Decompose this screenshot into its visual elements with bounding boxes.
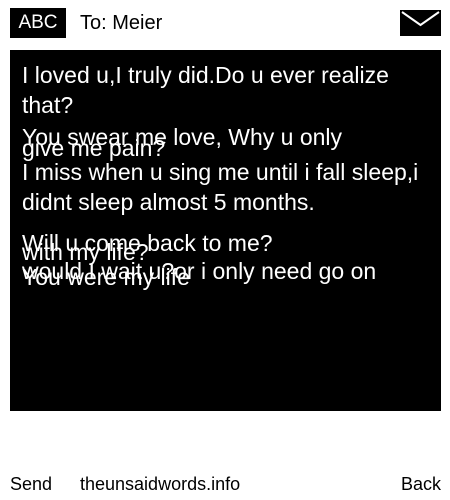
message-line: You were my life: [22, 264, 190, 290]
input-mode-indicator[interactable]: ABC: [10, 8, 66, 38]
site-label: theunsaidwords.info: [80, 474, 241, 494]
message-line: Will u come back to me?: [22, 230, 273, 256]
envelope-icon: [400, 10, 441, 36]
back-button[interactable]: Back: [401, 470, 441, 498]
recipient-field[interactable]: To: Meier: [80, 10, 162, 36]
message-line: I loved u,I truly did.Do u ever realize …: [22, 62, 389, 118]
sms-compose-screen: ABC To: Meier I loved u,I truly did.Do u…: [0, 0, 450, 500]
message-body[interactable]: I loved u,I truly did.Do u ever realize …: [10, 50, 441, 411]
softkey-bar: Send theunsaidwords.info Back: [0, 470, 450, 498]
message-line: You swear me love, Why u only: [22, 124, 343, 150]
message-line: I miss when u sing me until i fall sleep…: [22, 159, 419, 215]
send-button[interactable]: Send: [10, 470, 52, 498]
compose-header: ABC To: Meier: [0, 0, 450, 48]
